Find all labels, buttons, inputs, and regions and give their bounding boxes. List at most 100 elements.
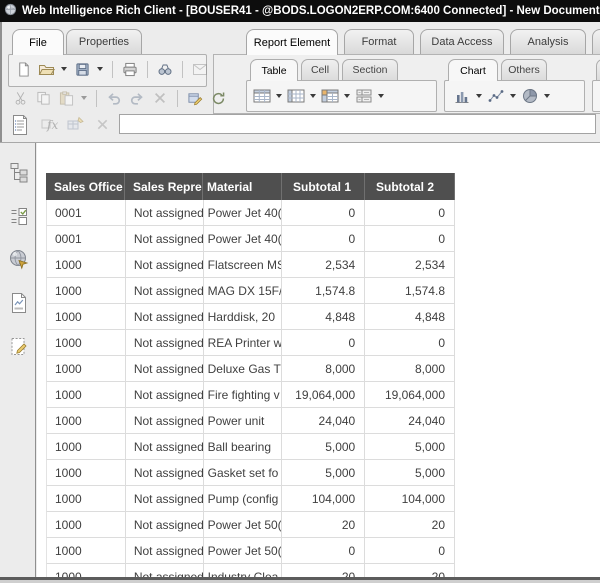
- cell-sales-office[interactable]: 0001: [47, 226, 126, 251]
- subtab-chart[interactable]: Chart: [448, 59, 498, 81]
- column-header-sales-office[interactable]: Sales Office: [46, 173, 125, 200]
- cell-subtotal-1[interactable]: 1,574.8: [282, 278, 365, 303]
- redo-icon[interactable]: [127, 88, 147, 108]
- cell-material[interactable]: Power Jet 50(: [204, 512, 283, 537]
- cell-material[interactable]: Power Jet 40(: [204, 226, 283, 251]
- column-header-sales-representative[interactable]: Sales Repres: [125, 173, 203, 200]
- cell-sales-office[interactable]: 1000: [47, 330, 126, 355]
- mail-icon[interactable]: [190, 59, 210, 79]
- tab-file[interactable]: File: [12, 29, 64, 55]
- cell-subtotal-2[interactable]: 19,064,000: [365, 382, 455, 407]
- cell-material[interactable]: Gasket set fo: [204, 460, 283, 485]
- title-bar[interactable]: Web Intelligence Rich Client - [BOUSER41…: [0, 0, 600, 22]
- vertical-table-icon[interactable]: [286, 86, 306, 106]
- cell-subtotal-1[interactable]: 0: [282, 538, 365, 563]
- cell-subtotal-1[interactable]: 8,000: [282, 356, 365, 381]
- open-icon[interactable]: [36, 59, 56, 79]
- cell-sales-office[interactable]: 1000: [47, 512, 126, 537]
- cell-sales-office[interactable]: 1000: [47, 356, 126, 381]
- cell-subtotal-1[interactable]: 0: [282, 330, 365, 355]
- cell-sales-representative[interactable]: Not assigned: [126, 564, 204, 578]
- design-mode-icon[interactable]: [185, 88, 205, 108]
- cell-subtotal-2[interactable]: 4,848: [365, 304, 455, 329]
- cell-sales-office[interactable]: 1000: [47, 408, 126, 433]
- available-objects-icon[interactable]: [6, 290, 32, 316]
- create-variable-icon[interactable]: [66, 114, 86, 134]
- horizontal-table-icon[interactable]: [252, 86, 272, 106]
- paste-dropdown-icon[interactable]: [81, 96, 87, 100]
- refresh-data-icon[interactable]: [208, 88, 228, 108]
- cell-material[interactable]: Power unit: [204, 408, 283, 433]
- cell-subtotal-1[interactable]: 19,064,000: [282, 382, 365, 407]
- undo-icon[interactable]: [104, 88, 124, 108]
- cell-sales-representative[interactable]: Not assigned: [126, 330, 204, 355]
- cell-subtotal-1[interactable]: 20: [282, 512, 365, 537]
- tab-analysis[interactable]: Analysis: [510, 29, 586, 54]
- cell-sales-office[interactable]: 1000: [47, 382, 126, 407]
- cell-subtotal-2[interactable]: 0: [365, 538, 455, 563]
- cell-subtotal-1[interactable]: 104,000: [282, 486, 365, 511]
- formula-input[interactable]: [119, 114, 596, 134]
- cell-sales-representative[interactable]: Not assigned: [126, 356, 204, 381]
- line-chart-icon[interactable]: [486, 86, 506, 106]
- cell-material[interactable]: Ball bearing: [204, 434, 283, 459]
- cell-material[interactable]: Power Jet 50(: [204, 538, 283, 563]
- save-dropdown-icon[interactable]: [97, 67, 103, 71]
- cell-sales-office[interactable]: 1000: [47, 564, 126, 578]
- cell-subtotal-1[interactable]: 20: [282, 564, 365, 578]
- cell-sales-office[interactable]: 0001: [47, 200, 126, 225]
- column-header-subtotal-1[interactable]: Subtotal 1: [282, 173, 365, 200]
- cell-subtotal-2[interactable]: 8,000: [365, 356, 455, 381]
- cancel-icon[interactable]: [92, 114, 112, 134]
- tab-partial[interactable]: [592, 29, 600, 54]
- cell-sales-office[interactable]: 1000: [47, 486, 126, 511]
- vertical-table-dropdown-icon[interactable]: [310, 94, 316, 98]
- cell-sales-representative[interactable]: Not assigned: [126, 304, 204, 329]
- new-document-icon[interactable]: [13, 59, 33, 79]
- cell-sales-representative[interactable]: Not assigned: [126, 278, 204, 303]
- tab-report-element[interactable]: Report Element: [246, 29, 338, 55]
- subtab-cell[interactable]: Cell: [301, 59, 339, 80]
- cut-icon[interactable]: [10, 88, 30, 108]
- cell-sales-office[interactable]: 1000: [47, 538, 126, 563]
- cell-sales-representative[interactable]: Not assigned: [126, 538, 204, 563]
- cell-sales-representative[interactable]: Not assigned: [126, 434, 204, 459]
- cell-subtotal-1[interactable]: 0: [282, 200, 365, 225]
- web-service-publisher-icon[interactable]: [6, 246, 32, 272]
- cell-subtotal-2[interactable]: 0: [365, 330, 455, 355]
- delete-icon[interactable]: [150, 88, 170, 108]
- horizontal-table-dropdown-icon[interactable]: [276, 94, 282, 98]
- cell-sales-office[interactable]: 1000: [47, 460, 126, 485]
- cell-material[interactable]: Flatscreen MS: [204, 252, 283, 277]
- cell-material[interactable]: Pump (config: [204, 486, 283, 511]
- cell-material[interactable]: Deluxe Gas T: [204, 356, 283, 381]
- subtab-others[interactable]: Others: [501, 59, 547, 80]
- cell-sales-office[interactable]: 1000: [47, 252, 126, 277]
- cell-sales-representative[interactable]: Not assigned: [126, 486, 204, 511]
- bar-chart-icon[interactable]: [452, 86, 472, 106]
- copy-icon[interactable]: [33, 88, 53, 108]
- bar-chart-dropdown-icon[interactable]: [476, 94, 482, 98]
- cell-subtotal-1[interactable]: 2,534: [282, 252, 365, 277]
- cell-subtotal-2[interactable]: 5,000: [365, 460, 455, 485]
- cell-subtotal-2[interactable]: 20: [365, 564, 455, 578]
- cell-subtotal-2[interactable]: 104,000: [365, 486, 455, 511]
- paste-icon[interactable]: [56, 88, 76, 108]
- navigation-map-icon[interactable]: [6, 159, 32, 185]
- cell-subtotal-2[interactable]: 1,574.8: [365, 278, 455, 303]
- crosstab-dropdown-icon[interactable]: [344, 94, 350, 98]
- crosstab-icon[interactable]: [320, 86, 340, 106]
- cell-sales-representative[interactable]: Not assigned: [126, 252, 204, 277]
- cell-sales-representative[interactable]: Not assigned: [126, 226, 204, 251]
- tab-properties[interactable]: Properties: [66, 29, 142, 54]
- tab-data-access[interactable]: Data Access: [420, 29, 504, 54]
- report-canvas[interactable]: Sales Office Sales Repres Material Subto…: [37, 143, 600, 578]
- cell-subtotal-2[interactable]: 5,000: [365, 434, 455, 459]
- cell-sales-office[interactable]: 1000: [47, 304, 126, 329]
- subtab-section[interactable]: Section: [342, 59, 398, 80]
- cell-subtotal-1[interactable]: 5,000: [282, 460, 365, 485]
- cell-subtotal-1[interactable]: 4,848: [282, 304, 365, 329]
- find-icon[interactable]: [155, 59, 175, 79]
- line-chart-dropdown-icon[interactable]: [510, 94, 516, 98]
- document-structure-icon[interactable]: [6, 334, 32, 360]
